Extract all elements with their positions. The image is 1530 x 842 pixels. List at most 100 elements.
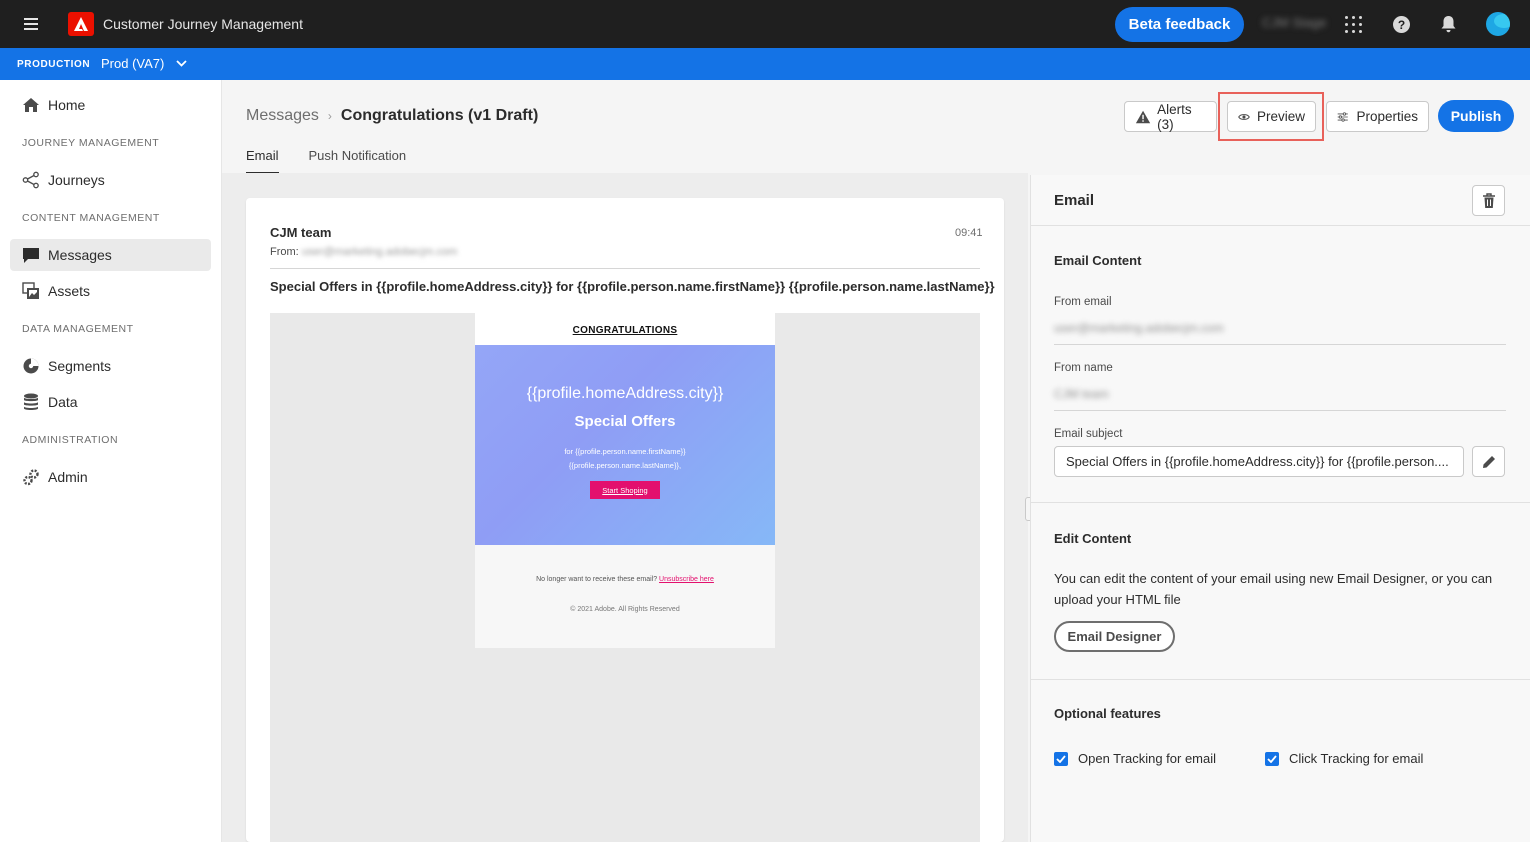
section-administration: ADMINISTRATION — [22, 434, 119, 446]
environment-bar: PRODUCTION Prod (VA7) — [0, 48, 1530, 80]
hero-offers-text: Special Offers — [574, 413, 676, 430]
email-body: CONGRATULATIONS {{profile.homeAddress.ci… — [475, 313, 775, 648]
from-label: From: — [270, 246, 299, 258]
click-tracking-checkbox[interactable]: Click Tracking for email — [1265, 751, 1423, 766]
from-name-value: CJM team — [1054, 387, 1109, 401]
open-tracking-checkbox[interactable]: Open Tracking for email — [1054, 751, 1216, 766]
tab-push-notification[interactable]: Push Notification — [309, 148, 407, 174]
chevron-right-icon: › — [327, 109, 332, 123]
sidebar-item-journeys[interactable]: Journeys — [10, 164, 211, 196]
tab-email[interactable]: Email — [246, 148, 279, 174]
preview-button[interactable]: Preview — [1227, 101, 1316, 132]
alert-triangle-icon — [1135, 110, 1151, 123]
email-subject-label: Email subject — [1054, 428, 1123, 440]
message-icon — [22, 246, 40, 264]
sidebar-item-segments[interactable]: Segments — [10, 350, 211, 382]
database-icon — [22, 393, 40, 411]
edit-content-title: Edit Content — [1054, 531, 1132, 546]
journey-icon — [22, 171, 40, 189]
hero-names-line-1: for {{profile.person.name.firstName}} — [564, 447, 686, 456]
from-email-field[interactable]: user@marketing.adobecjm.com — [1054, 321, 1506, 345]
sidebar-item-messages[interactable]: Messages — [10, 239, 211, 271]
properties-button[interactable]: Properties — [1326, 101, 1429, 132]
edit-subject-button[interactable] — [1472, 446, 1505, 477]
sidebar-item-assets[interactable]: Assets — [10, 275, 211, 307]
email-hero-banner: {{profile.homeAddress.city}} Special Off… — [475, 345, 775, 545]
breadcrumb: Messages › Congratulations (v1 Draft) — [246, 107, 538, 125]
page-title: Congratulations (v1 Draft) — [340, 107, 539, 124]
from-name-label: From name — [1054, 362, 1113, 374]
properties-label: Properties — [1356, 109, 1418, 124]
apps-grid-icon[interactable] — [1345, 16, 1362, 33]
email-footer: No longer want to receive these email? U… — [475, 545, 775, 648]
delete-button[interactable] — [1472, 185, 1505, 216]
from-name-field[interactable]: CJM team — [1054, 387, 1506, 411]
pencil-icon — [1482, 455, 1495, 468]
open-tracking-label: Open Tracking for email — [1078, 751, 1217, 766]
sender-name: CJM team — [270, 225, 332, 240]
gears-icon — [22, 468, 40, 486]
user-avatar[interactable] — [1486, 12, 1510, 36]
edit-content-description: You can edit the content of your email u… — [1054, 571, 1493, 607]
click-tracking-label: Click Tracking for email — [1289, 751, 1424, 766]
segments-icon — [22, 357, 40, 375]
hero-names-text: for {{profile.person.name.firstName}} {{… — [475, 445, 775, 473]
from-line: From: user@marketing.adobecjm.com — [270, 246, 457, 258]
from-email-value: user@marketing.adobecjm.com — [1054, 321, 1224, 335]
hero-names-line-2: {{profile.person.name.lastName}}, — [568, 461, 682, 470]
divider — [270, 268, 980, 269]
eye-icon — [1238, 113, 1250, 120]
hero-city-text: {{profile.homeAddress.city}} — [526, 385, 724, 402]
sidebar-item-label: Assets — [48, 283, 91, 299]
section-content-management: CONTENT MANAGEMENT — [22, 212, 160, 224]
sidebar-item-home[interactable]: Home — [10, 89, 211, 121]
org-switcher[interactable]: CJM Stage — [1262, 15, 1326, 30]
preview-label: Preview — [1256, 109, 1305, 124]
help-icon[interactable]: ? — [1393, 16, 1410, 33]
trash-icon — [1482, 192, 1495, 208]
section-data-management: DATA MANAGEMENT — [22, 323, 134, 335]
panel-title: Email — [1054, 192, 1095, 209]
email-content-title: Email Content — [1054, 253, 1142, 268]
email-properties-panel — [1030, 175, 1530, 842]
email-heading: CONGRATULATIONS — [572, 325, 678, 336]
sandbox-selector[interactable]: Prod (VA7) — [101, 56, 187, 71]
optional-features-title: Optional features — [1054, 706, 1161, 721]
notifications-bell-icon[interactable] — [1440, 15, 1457, 38]
start-shopping-button[interactable]: Start Shoping — [590, 481, 660, 499]
panel-divider — [1030, 502, 1530, 503]
copyright-text: © 2021 Adobe. All Rights Reserved — [570, 606, 680, 613]
unsubscribe-line: No longer want to receive these email? U… — [475, 576, 775, 583]
alerts-label: Alerts (3) — [1157, 101, 1192, 132]
menu-icon[interactable] — [22, 15, 42, 33]
section-journey-management: JOURNEY MANAGEMENT — [22, 137, 160, 149]
unsubscribe-link[interactable]: Unsubscribe here — [659, 576, 714, 583]
environment-label: PRODUCTION — [17, 59, 91, 70]
sidebar-item-label: Journeys — [48, 172, 105, 188]
sidebar-item-label: Home — [48, 97, 86, 113]
from-email-address: user@marketing.adobecjm.com — [301, 246, 458, 258]
email-subject-line: Special Offers in {{profile.homeAddress.… — [270, 279, 995, 294]
publish-button[interactable]: Publish — [1438, 100, 1514, 132]
unsubscribe-text: No longer want to receive these email? — [536, 576, 658, 583]
email-designer-button[interactable]: Email Designer — [1054, 621, 1175, 652]
beta-feedback-button[interactable]: Beta feedback — [1115, 7, 1244, 42]
panel-divider — [1030, 679, 1530, 680]
assets-icon — [22, 282, 40, 300]
sidebar-item-label: Data — [48, 394, 78, 410]
sidebar-item-data[interactable]: Data — [10, 386, 211, 418]
home-icon — [22, 96, 40, 114]
adobe-logo — [68, 12, 94, 36]
channel-tabs: Email Push Notification — [246, 148, 436, 174]
checkmark-icon — [1054, 751, 1068, 766]
sidebar-item-label: Messages — [48, 247, 112, 263]
alerts-button[interactable]: Alerts (3) — [1124, 101, 1217, 132]
from-email-label: From email — [1054, 296, 1112, 308]
breadcrumb-messages-link[interactable]: Messages — [246, 107, 319, 125]
sidebar-item-label: Admin — [48, 469, 88, 485]
app-title: Customer Journey Management — [103, 16, 303, 32]
email-subject-field[interactable]: Special Offers in {{profile.homeAddress.… — [1054, 446, 1464, 477]
chevron-down-icon — [176, 60, 187, 67]
sliders-icon — [1337, 111, 1348, 122]
sidebar-item-admin[interactable]: Admin — [10, 461, 211, 493]
